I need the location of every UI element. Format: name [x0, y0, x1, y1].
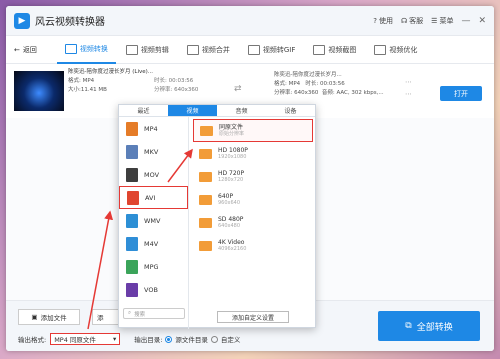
avi-file-icon — [127, 190, 139, 205]
title-bar: ▶ 风云视频转换器 ? 使用 ☊ 客服 ☰ 菜单 — ✕ — [6, 6, 494, 36]
resolution-title: 4K Video — [218, 238, 245, 246]
add-file-icon: ▣ — [31, 313, 38, 321]
film-icon — [199, 194, 212, 205]
headset-icon: ☊ — [400, 16, 408, 25]
add-custom-setting-button[interactable]: 添加自定义设置 — [217, 311, 289, 323]
output-settings: 输出格式: MP4 同原文件 ▾ 输出目录: 源文件目录 自定义 — [18, 333, 240, 345]
help-button[interactable]: ? 使用 — [373, 16, 393, 26]
back-button[interactable]: ← 返回 — [14, 45, 37, 55]
format-item-mkv[interactable]: MKV — [119, 140, 188, 163]
resolution-item[interactable]: 4K Video 4096x2160 — [193, 234, 313, 257]
resolution-sub: 1280x720 — [218, 176, 244, 183]
film-icon — [200, 125, 213, 136]
film-icon — [199, 148, 212, 159]
format-list: MP4 MKV MOV AVI WMV M4V MPG VOB — [119, 117, 189, 329]
toolbar: ← 返回 视频转换 视频剪辑 视频合并 视频转GIF 视频截图 视频优化 — [6, 36, 494, 64]
service-button[interactable]: ☊ 客服 — [401, 16, 423, 26]
format-item-mpg[interactable]: MPG — [119, 255, 188, 278]
screenshot-icon — [313, 44, 326, 55]
resolution-sub: 4096x2160 — [218, 245, 247, 252]
mp4-file-icon — [126, 121, 138, 136]
convert-all-button[interactable]: ⧉ 全部转换 — [378, 311, 480, 341]
chevron-down-icon: ▾ — [112, 335, 117, 343]
tab-video-convert[interactable]: 视频转换 — [56, 36, 116, 64]
open-button[interactable]: 打开 — [440, 86, 482, 101]
vob-file-icon — [126, 282, 138, 297]
resolution-title: 同原文件 — [219, 123, 244, 131]
video-edit-icon — [125, 44, 138, 55]
resolution-sub: 640x480 — [218, 222, 241, 229]
menu-icon: ☰ — [431, 16, 438, 25]
tab-audio[interactable]: 音频 — [217, 105, 266, 116]
resolution-title: SD 480P — [218, 215, 244, 223]
help-icon: ? — [373, 16, 377, 25]
video-merge-icon — [186, 44, 199, 55]
film-icon — [199, 171, 212, 182]
resolution-item[interactable]: 同原文件 原始分辨率 — [193, 119, 313, 142]
m4v-file-icon — [126, 236, 138, 251]
source-file-info: 陈奕迅-陪你度过漫长岁月 (Live)... 格式: MP4 大小:11.41 … — [68, 69, 154, 93]
resolution-item[interactable]: HD 1080P 1920x1080 — [193, 142, 313, 165]
resolution-title: HD 720P — [218, 169, 245, 177]
format-picker-popup: 最近 视频 音频 设备 MP4 MKV MOV AVI WMV M4V MPG VOB ⌕ 搜… — [118, 104, 316, 329]
app-logo-icon: ▶ — [14, 12, 30, 29]
mkv-file-icon — [126, 144, 138, 159]
video-thumbnail[interactable] — [14, 71, 64, 111]
resolution-sub: 1920x1080 — [218, 153, 247, 160]
radio-source-dir[interactable] — [165, 335, 173, 343]
output-format-label: 输出格式: — [18, 336, 47, 344]
format-item-vob[interactable]: VOB — [119, 278, 188, 301]
resolution-sub: 960x640 — [218, 199, 241, 206]
convert-icon: ⧉ — [405, 321, 412, 331]
format-item-wmv[interactable]: WMV — [119, 209, 188, 232]
convert-arrow-icon: ⇄ — [234, 84, 242, 94]
format-search-input[interactable]: ⌕ 搜索 — [123, 308, 185, 319]
tab-video-edit[interactable]: 视频剪辑 — [118, 36, 177, 64]
film-icon — [199, 217, 212, 228]
tab-video-screenshot[interactable]: 视频截图 — [305, 36, 364, 64]
mpg-file-icon — [126, 259, 138, 274]
search-icon: ⌕ — [128, 310, 132, 316]
format-item-m4v[interactable]: M4V — [119, 232, 188, 255]
format-item-avi[interactable]: AVI — [119, 186, 188, 209]
gif-icon — [247, 44, 260, 55]
tab-device[interactable]: 设备 — [266, 105, 315, 116]
tab-video-gif[interactable]: 视频转GIF — [240, 36, 304, 64]
tab-video-optimize[interactable]: 视频优化 — [366, 36, 425, 64]
menu-button[interactable]: ☰ 菜单 — [431, 16, 453, 26]
resolution-item[interactable]: 640P 960x640 — [193, 188, 313, 211]
app-title: 风云视频转换器 — [35, 17, 105, 28]
resolution-list: 同原文件 原始分辨率 HD 1080P 1920x1080 HD 720P 1280x72… — [193, 119, 313, 257]
minimize-button[interactable]: — — [461, 16, 470, 26]
back-arrow-icon: ← — [14, 45, 20, 54]
output-dir-label: 输出目录: — [134, 336, 163, 344]
tab-video-merge[interactable]: 视频合并 — [179, 36, 238, 64]
add-file-button[interactable]: ▣ 添加文件 — [18, 309, 80, 325]
resolution-title: HD 1080P — [218, 146, 248, 154]
optimize-icon — [374, 44, 387, 55]
output-file-info: 陈奕迅-陪你度过漫长岁月... 格式: MP4 时长: 00:03:56 分辨率… — [274, 72, 384, 96]
close-button[interactable]: ✕ — [478, 16, 486, 26]
format-item-mp4[interactable]: MP4 — [119, 117, 188, 140]
source-file-info-2: 时长: 00:03:56 分辨率: 640x360 — [154, 78, 199, 93]
output-format-select[interactable]: MP4 同原文件 ▾ — [50, 333, 121, 345]
video-convert-icon — [64, 43, 77, 54]
resolution-item[interactable]: SD 480P 640x480 — [193, 211, 313, 234]
format-item-mov[interactable]: MOV — [119, 163, 188, 186]
mov-file-icon — [126, 167, 138, 182]
item-actions-icon[interactable]: ⋯ ⋯ — [405, 76, 412, 100]
radio-custom-dir[interactable] — [210, 335, 218, 343]
format-tabs: 最近 视频 音频 设备 — [119, 105, 315, 117]
wmv-file-icon — [126, 213, 138, 228]
output-dir-group: 输出目录: 源文件目录 自定义 — [134, 335, 241, 344]
film-icon — [199, 240, 212, 251]
resolution-title: 640P — [218, 192, 234, 200]
resolution-item[interactable]: HD 720P 1280x720 — [193, 165, 313, 188]
tab-recent[interactable]: 最近 — [119, 105, 168, 116]
resolution-sub: 原始分辨率 — [219, 130, 245, 137]
tab-video[interactable]: 视频 — [168, 105, 217, 116]
